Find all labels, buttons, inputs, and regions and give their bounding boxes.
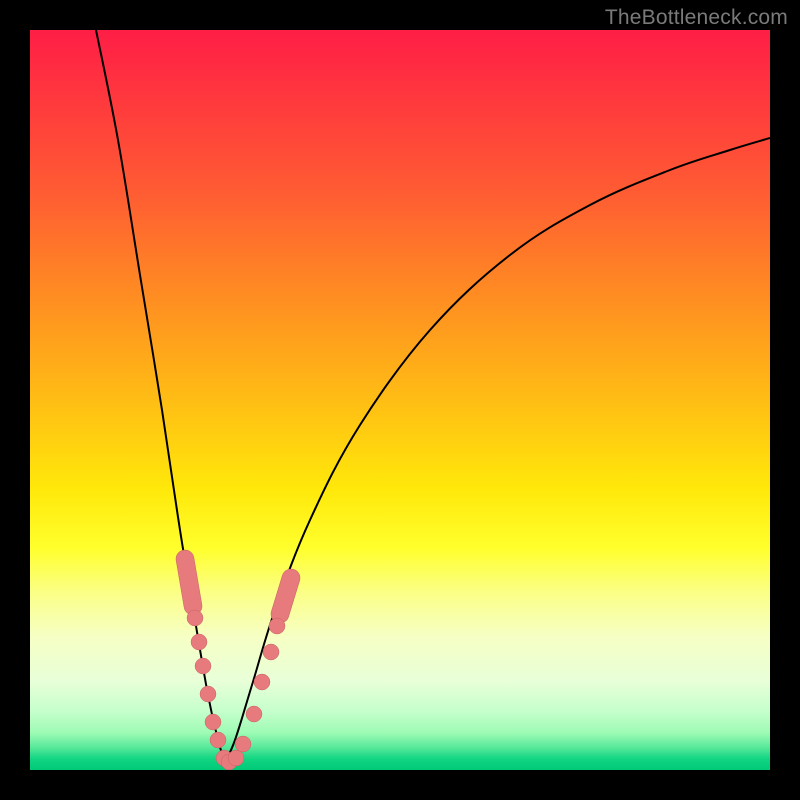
marker-dot bbox=[228, 750, 244, 766]
marker-dot bbox=[269, 618, 285, 634]
chart-frame: TheBottleneck.com bbox=[0, 0, 800, 800]
marker-dot bbox=[246, 706, 262, 722]
watermark-text: TheBottleneck.com bbox=[605, 6, 788, 30]
marker-dot bbox=[205, 714, 221, 730]
bottleneck-curve bbox=[96, 30, 770, 762]
curve-layer bbox=[30, 30, 770, 770]
marker-dot bbox=[254, 674, 270, 690]
marker-dot bbox=[200, 686, 216, 702]
marker-capsule bbox=[269, 567, 302, 625]
marker-dot bbox=[235, 736, 251, 752]
marker-capsule bbox=[175, 549, 204, 617]
marker-dot bbox=[195, 658, 211, 674]
marker-dot bbox=[187, 610, 203, 626]
plot-area bbox=[30, 30, 770, 770]
marker-dot bbox=[191, 634, 207, 650]
data-markers bbox=[175, 549, 303, 770]
marker-dot bbox=[263, 644, 279, 660]
marker-dot bbox=[210, 732, 226, 748]
